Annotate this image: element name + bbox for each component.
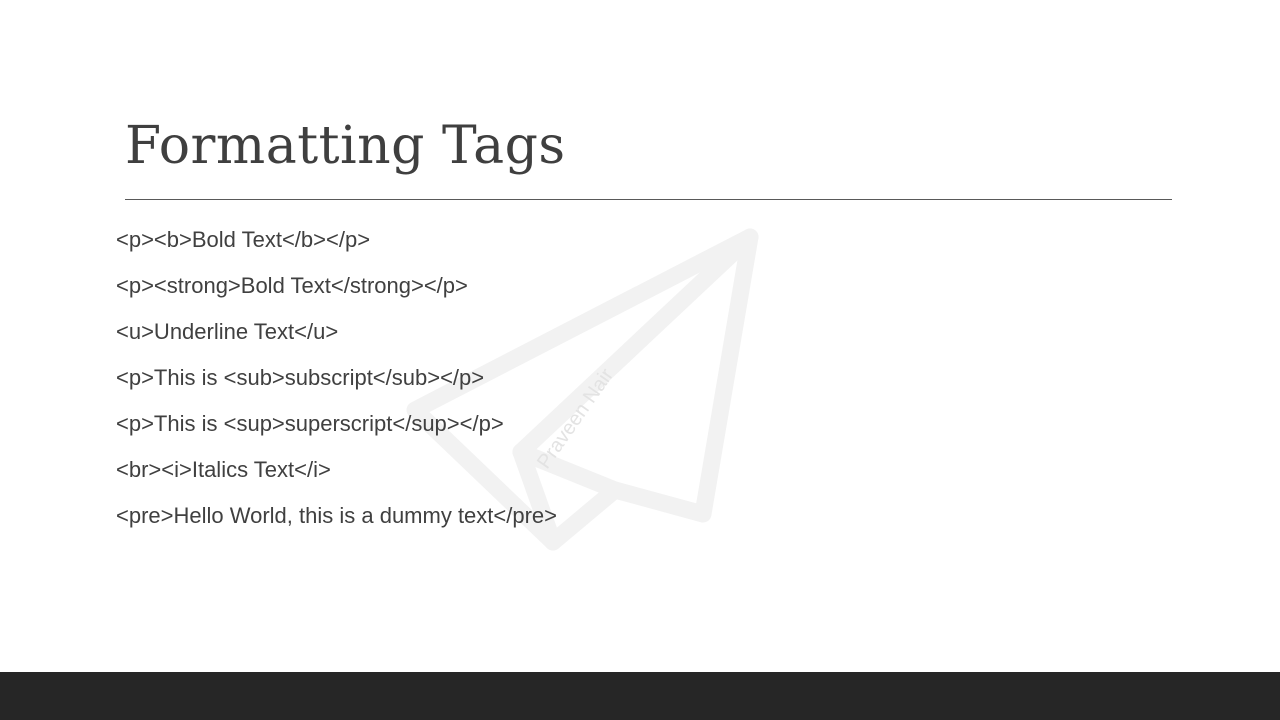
code-line-subscript: <p>This is <sub>subscript</sub></p>	[116, 365, 485, 390]
code-line-pre: <pre>Hello World, this is a dummy text</…	[116, 503, 558, 528]
code-lines-list: <p><b>Bold Text</b></p> <p><strong>Bold …	[116, 224, 557, 546]
code-line-superscript: <p>This is <sup>superscript</sup></p>	[116, 411, 504, 436]
footer-bar	[0, 672, 1280, 720]
code-line-bold-strong: <p><strong>Bold Text</strong></p>	[116, 273, 468, 298]
code-line-bold-b: <p><b>Bold Text</b></p>	[116, 227, 371, 252]
slide: Praveen Nair Formatting Tags <p><b>Bold …	[0, 0, 1280, 720]
code-line-italics: <br><i>Italics Text</i>	[116, 457, 331, 482]
title-divider	[125, 199, 1172, 200]
slide-title: Formatting Tags	[125, 116, 566, 176]
code-line-underline: <u>Underline Text</u>	[116, 319, 339, 344]
